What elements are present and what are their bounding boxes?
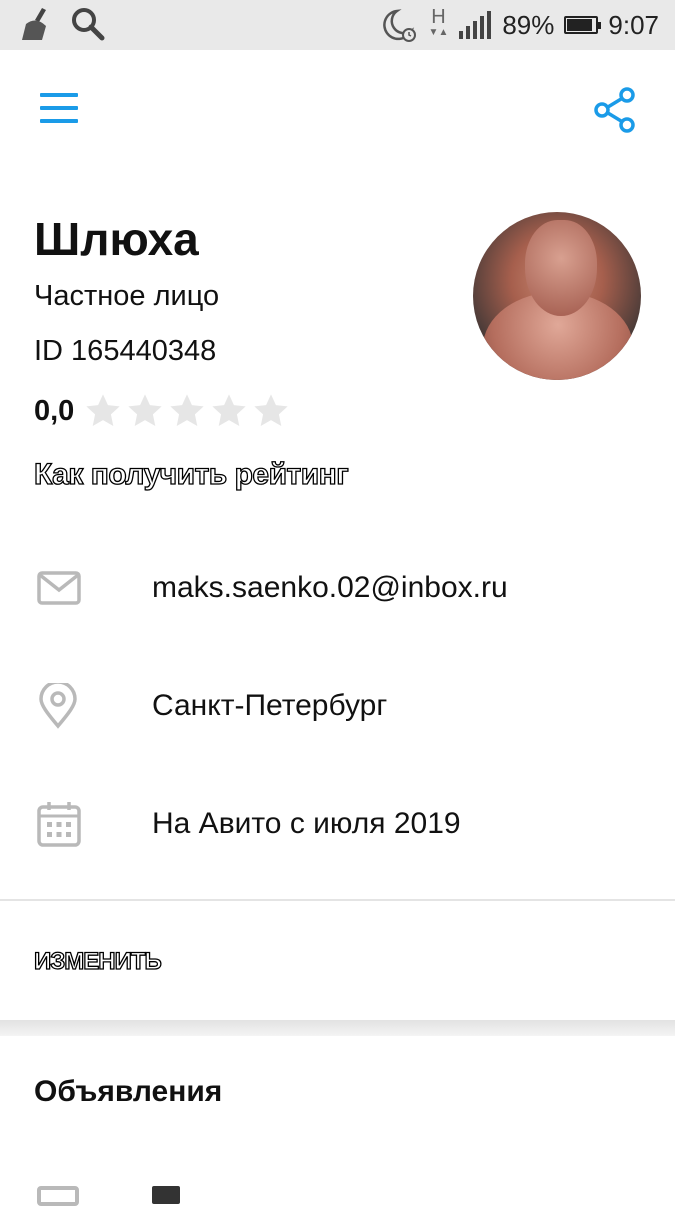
status-bar-right: H ▼▲ 89% 9:07 (381, 0, 659, 50)
location-pin-icon (39, 683, 77, 729)
profile-type: Частное лицо (34, 280, 220, 312)
avatar-head (525, 220, 597, 316)
hamburger-menu-button[interactable] (38, 88, 82, 128)
rating: 0,0 (34, 392, 290, 430)
moon-alarm-icon (382, 9, 416, 42)
rating-value: 0,0 (34, 394, 75, 427)
star-icon (86, 394, 120, 427)
email-text: maks.saenko.02@inbox.ru (152, 571, 508, 604)
email-row: maks.saenko.02@inbox.ru (0, 548, 675, 628)
star-icon (170, 394, 204, 427)
star-icon (212, 394, 246, 427)
battery-percent: 89% (502, 9, 555, 40)
hamburger-menu-icon (40, 93, 78, 123)
status-bar: H ▼▲ 89% 9:07 (0, 0, 675, 50)
network-type: H ▼▲ (428, 6, 449, 38)
calendar-icon (37, 802, 81, 847)
rating-stars (84, 392, 290, 430)
star-icon (254, 394, 288, 427)
member-since-text: На Авито с июля 2019 (152, 807, 461, 840)
broom-icon (22, 8, 46, 40)
clock: 9:07 (608, 9, 659, 40)
signal-icon (459, 11, 492, 39)
status-bar-left (20, 6, 106, 42)
app-toolbar (0, 50, 675, 170)
profile-id: ID 165440348 (34, 335, 217, 367)
mail-icon (37, 571, 81, 605)
member-since-row: На Авито с июля 2019 (0, 784, 675, 864)
city-text: Санкт-Петербург (152, 689, 388, 722)
divider (0, 899, 675, 901)
location-row: Санкт-Петербург (0, 666, 675, 746)
share-button[interactable] (592, 86, 640, 134)
section-separator (0, 1020, 675, 1036)
ads-row-icon (37, 1186, 79, 1206)
edit-button[interactable]: ИЗМЕНИТЬ (33, 947, 162, 976)
search-icon (72, 8, 105, 41)
how-to-get-rating-link[interactable]: Как получить рейтинг (33, 457, 349, 492)
star-icon (128, 394, 162, 427)
battery-fill (567, 19, 593, 31)
ads-row-text (152, 1186, 180, 1204)
share-icon (594, 87, 635, 133)
avatar[interactable] (473, 212, 641, 380)
ads-section-title: Объявления (34, 1075, 223, 1108)
battery-icon (564, 16, 602, 34)
profile-name: Шлюха (34, 213, 199, 265)
